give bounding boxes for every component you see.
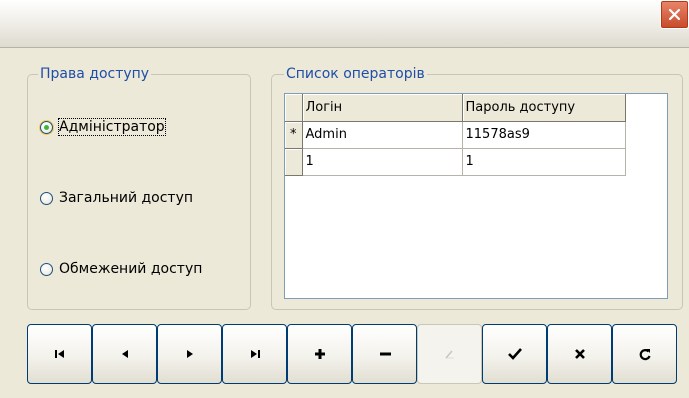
title-bar	[0, 0, 689, 48]
operators-dialog: Права доступу Адміністратор Загальний до…	[0, 0, 689, 398]
close-button[interactable]	[660, 0, 689, 29]
radio-label-general-access: Загальний доступ	[59, 190, 194, 206]
cancel-record-icon	[573, 347, 587, 361]
last-record-button[interactable]	[222, 324, 287, 384]
operators-table: Логін Пароль доступу * Admin 11578as9 1 …	[285, 94, 626, 176]
cell-login[interactable]: Admin	[302, 121, 463, 149]
delete-record-button[interactable]	[352, 324, 417, 384]
cell-password[interactable]: 1	[462, 148, 626, 176]
radio-limited-access[interactable]: Обмежений доступ	[40, 261, 202, 277]
cell-password[interactable]: 11578as9	[462, 121, 626, 149]
column-header-login[interactable]: Логін	[302, 94, 463, 122]
next-record-button[interactable]	[157, 324, 222, 384]
access-rights-group: Права доступу Адміністратор Загальний до…	[27, 65, 251, 310]
table-row[interactable]: * Admin 11578as9	[285, 121, 626, 149]
prior-record-button[interactable]	[92, 324, 157, 384]
column-header-password[interactable]: Пароль доступу	[462, 94, 626, 122]
row-indicator[interactable]	[285, 148, 303, 176]
insert-record-icon	[313, 347, 327, 361]
insert-record-button[interactable]	[287, 324, 352, 384]
prior-record-icon	[118, 348, 132, 360]
cell-login[interactable]: 1	[302, 148, 463, 176]
first-record-button[interactable]	[27, 324, 92, 384]
record-navigator	[27, 324, 677, 384]
operators-list-group: Список операторів Логін Пароль доступу *…	[271, 65, 683, 310]
grid-header-row: Логін Пароль доступу	[285, 94, 626, 122]
radio-general-access[interactable]: Загальний доступ	[40, 190, 193, 206]
delete-record-icon	[378, 347, 392, 361]
radio-administrator[interactable]: Адміністратор	[40, 118, 166, 136]
refresh-icon	[638, 347, 652, 361]
refresh-button[interactable]	[612, 324, 677, 384]
cancel-record-button[interactable]	[547, 324, 612, 384]
row-indicator[interactable]: *	[285, 121, 303, 149]
first-record-icon	[53, 348, 67, 360]
edit-record-button[interactable]	[417, 324, 482, 384]
operators-list-legend: Список операторів	[284, 65, 427, 83]
radio-label-limited-access: Обмежений доступ	[59, 261, 203, 277]
post-record-button[interactable]	[482, 324, 547, 384]
grid-corner-cell	[285, 94, 303, 122]
close-icon	[667, 7, 682, 22]
radio-button-checked[interactable]	[40, 120, 53, 134]
operators-grid[interactable]: Логін Пароль доступу * Admin 11578as9 1 …	[284, 93, 668, 299]
last-record-icon	[248, 348, 262, 360]
edit-record-icon	[443, 347, 457, 361]
radio-label-administrator: Адміністратор	[58, 118, 166, 136]
post-record-icon	[507, 347, 523, 361]
radio-button[interactable]	[40, 262, 53, 276]
access-rights-legend: Права доступу	[38, 65, 152, 83]
next-record-icon	[183, 348, 197, 360]
radio-button[interactable]	[40, 191, 53, 205]
table-row[interactable]: 1 1	[285, 148, 626, 176]
